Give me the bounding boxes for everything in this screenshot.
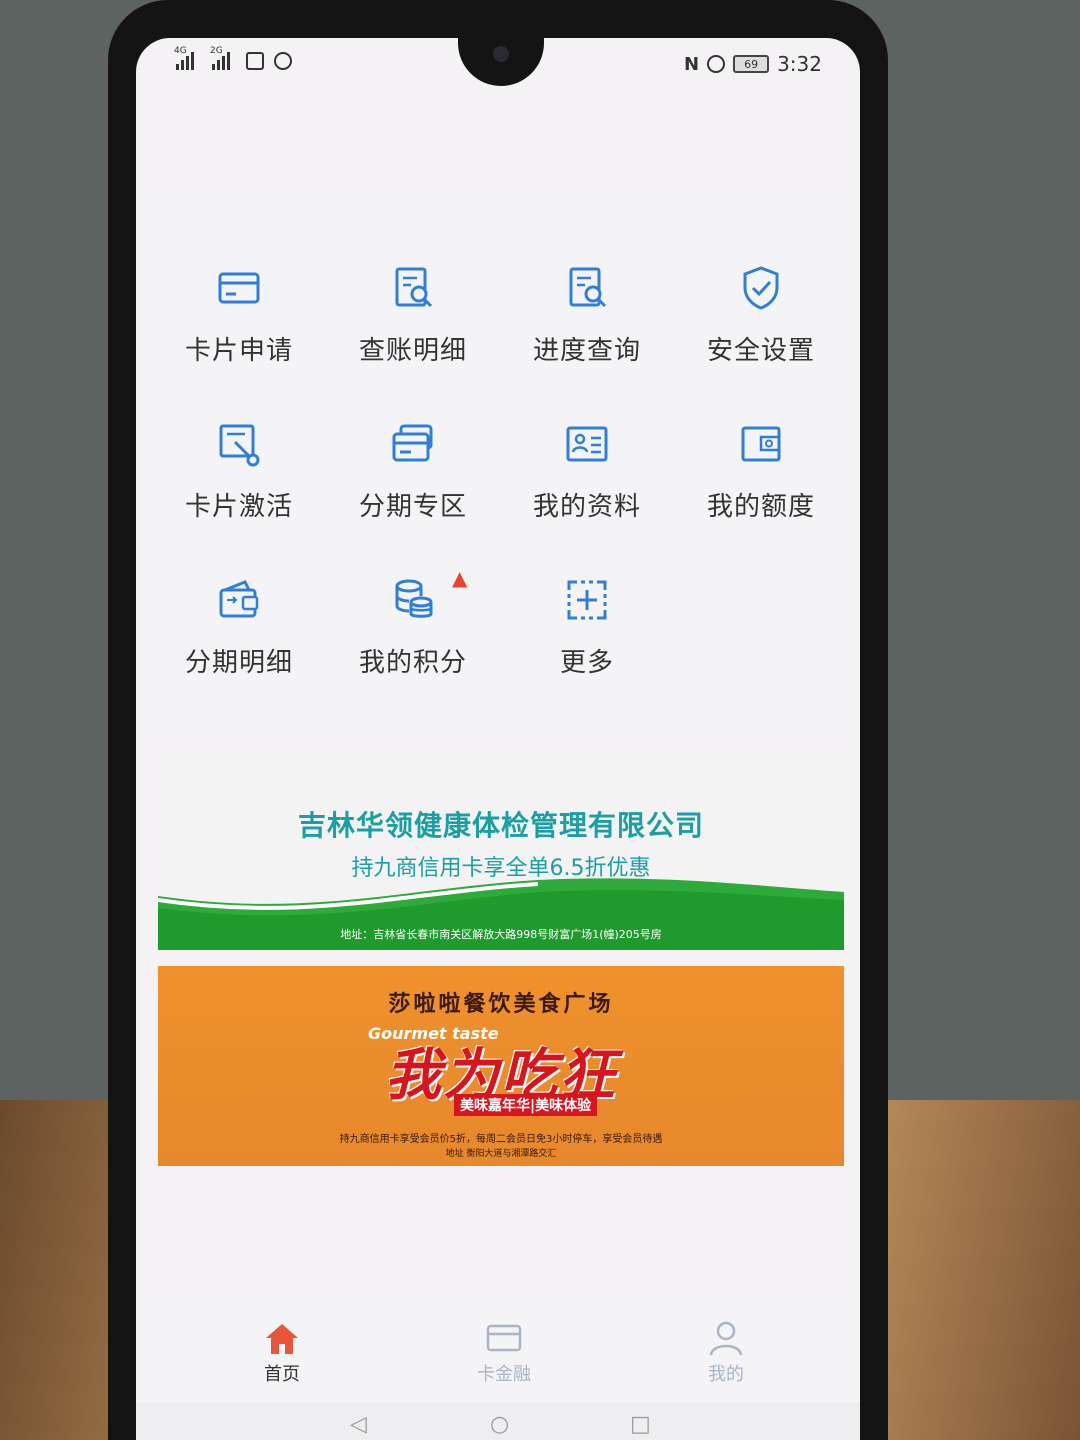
signal-icon: 2G xyxy=(210,46,230,70)
recent-apps-icon[interactable]: □ xyxy=(630,1412,651,1437)
banner-title: 吉林华领健康体检管理有限公司 xyxy=(297,809,704,842)
card-activate-icon xyxy=(219,424,260,467)
nav-label: 我的 xyxy=(708,1364,744,1385)
menu-security-settings[interactable]: 安全设置 xyxy=(676,264,846,384)
card-icon xyxy=(218,272,260,304)
menu-label: 卡片激活 xyxy=(184,492,293,522)
home-icon xyxy=(266,1324,298,1354)
menu-label: 分期专区 xyxy=(358,492,467,522)
banner-address: 地址 衡阳大道与湘潭路交汇 xyxy=(445,1149,557,1159)
menu-card-activate[interactable]: 卡片激活 xyxy=(154,420,324,540)
shield-check-icon xyxy=(743,266,779,310)
menu-label: 进度查询 xyxy=(532,336,641,366)
card-icon xyxy=(486,1324,522,1352)
nav-label: 首页 xyxy=(264,1364,300,1385)
status-left: 4G 2G xyxy=(174,46,292,70)
menu-label: 我的积分 xyxy=(358,648,467,678)
more-plus-icon xyxy=(567,580,607,620)
food-court-banner[interactable]: 莎啦啦餐饮美食广场 我为吃狂 Gourmet taste 美味嘉年华|美味体验 … xyxy=(158,966,844,1166)
menu-label: 我的额度 xyxy=(706,492,815,522)
function-menu: 卡片申请 查账明细 进度查询 安全设置 卡片激活 分期专区 我的资料 我的额度 … xyxy=(136,198,860,728)
nav-mine[interactable]: 我的 xyxy=(666,1318,786,1386)
signal-type-label: 2G xyxy=(210,46,223,56)
status-right: N 69 3:32 xyxy=(684,52,822,76)
nav-label: 卡金融 xyxy=(477,1364,531,1385)
system-nav-bar: ◁ ○ □ xyxy=(136,1402,860,1440)
phone-screen: 4G 2G N 69 3:32 卡片申请 查账明细 进度查询 安全设置 卡片激活… xyxy=(136,38,860,1440)
menu-my-limit[interactable]: 我的额度 xyxy=(676,420,846,540)
menu-label: 更多 xyxy=(559,648,614,678)
menu-my-points[interactable]: 我的积分 xyxy=(328,576,498,696)
image-notification-icon xyxy=(246,52,264,70)
menu-label: 我的资料 xyxy=(532,492,641,522)
wallet-icon xyxy=(741,426,781,462)
nav-card-finance[interactable]: 卡金融 xyxy=(444,1318,564,1386)
bill-search-icon xyxy=(395,267,433,308)
menu-more[interactable]: 更多 xyxy=(502,576,672,696)
signal-type-label: 4G xyxy=(174,46,187,56)
bottom-nav: 首页 卡金融 我的 xyxy=(136,1306,860,1402)
signal-icon: 4G xyxy=(174,46,194,70)
back-icon[interactable]: ◁ xyxy=(350,1412,367,1437)
menu-card-apply[interactable]: 卡片申请 xyxy=(154,264,324,384)
banner-title: 莎啦啦餐饮美食广场 xyxy=(388,992,614,1017)
alarm-icon xyxy=(707,55,726,73)
progress-search-icon xyxy=(569,267,607,308)
user-icon xyxy=(709,1321,743,1356)
banner-description: 持九商信用卡享受会员价5折，每周二会员日免3小时停车，享受会员待遇 xyxy=(339,1134,663,1145)
menu-progress-query[interactable]: 进度查询 xyxy=(502,264,672,384)
menu-my-profile[interactable]: 我的资料 xyxy=(502,420,672,540)
menu-installment-zone[interactable]: 分期专区 xyxy=(328,420,498,540)
fire-icon: ▲ xyxy=(452,566,468,590)
home-circle-icon[interactable]: ○ xyxy=(490,1412,509,1437)
menu-label: 卡片申请 xyxy=(184,336,293,366)
app-notification-icon xyxy=(274,52,292,70)
status-bar: 4G 2G N 69 3:32 xyxy=(136,38,860,98)
menu-label: 分期明细 xyxy=(184,648,293,678)
installment-wallet-icon xyxy=(219,580,259,618)
banner-english: Gourmet taste xyxy=(368,1024,499,1043)
menu-label: 查账明细 xyxy=(358,336,467,366)
menu-bill-detail[interactable]: 查账明细 xyxy=(328,264,498,384)
installment-card-icon xyxy=(392,424,433,462)
nav-home[interactable]: 首页 xyxy=(222,1318,342,1386)
clock: 3:32 xyxy=(777,52,822,76)
menu-installment-detail[interactable]: 分期明细 xyxy=(154,576,324,696)
banner-address: 地址：吉林省长春市南关区解放大路998号财富广场1(幢)205号房 xyxy=(340,928,662,941)
coins-icon xyxy=(395,579,433,618)
profile-card-icon xyxy=(566,426,608,462)
health-check-banner[interactable]: 吉林华领健康体检管理有限公司 持九商信用卡享全单6.5折优惠 地址：吉林省长春市… xyxy=(158,760,844,950)
nfc-icon: N xyxy=(684,53,700,75)
menu-label: 安全设置 xyxy=(706,336,815,366)
battery-icon: 69 xyxy=(733,55,770,73)
banner-tag: 美味嘉年华|美味体验 xyxy=(454,1094,598,1116)
